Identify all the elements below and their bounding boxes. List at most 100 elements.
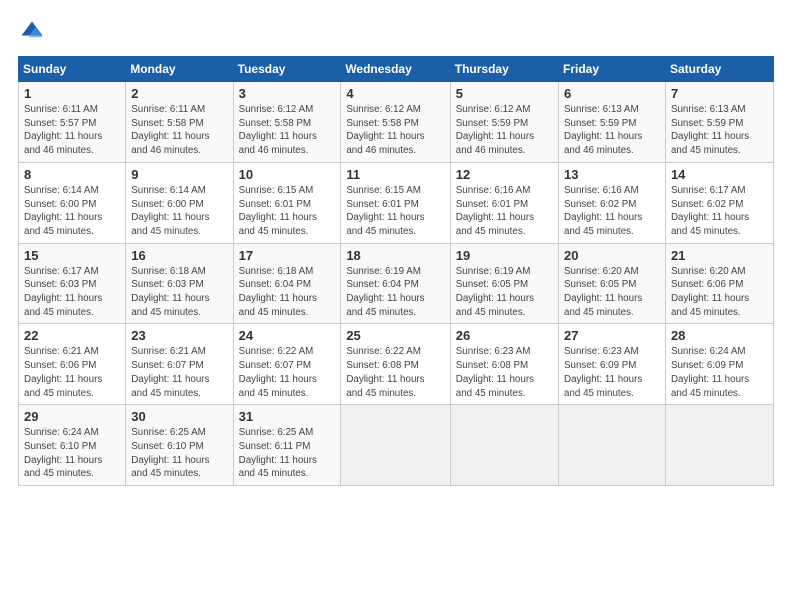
calendar-cell xyxy=(450,405,558,486)
day-info: Sunrise: 6:21 AMSunset: 6:06 PMDaylight:… xyxy=(24,345,120,400)
day-info: Sunrise: 6:15 AMSunset: 6:01 PMDaylight:… xyxy=(346,184,444,239)
day-info: Sunrise: 6:13 AMSunset: 5:59 PMDaylight:… xyxy=(671,103,768,158)
day-info: Sunrise: 6:23 AMSunset: 6:08 PMDaylight:… xyxy=(456,345,553,400)
day-info: Sunrise: 6:13 AMSunset: 5:59 PMDaylight:… xyxy=(564,103,660,158)
day-number: 23 xyxy=(131,328,227,343)
day-number: 21 xyxy=(671,248,768,263)
col-header-thursday: Thursday xyxy=(450,57,558,82)
col-header-wednesday: Wednesday xyxy=(341,57,450,82)
day-number: 15 xyxy=(24,248,120,263)
calendar: SundayMondayTuesdayWednesdayThursdayFrid… xyxy=(18,56,774,486)
day-number: 1 xyxy=(24,86,120,101)
calendar-cell: 21 Sunrise: 6:20 AMSunset: 6:06 PMDayligh… xyxy=(665,243,773,324)
page: SundayMondayTuesdayWednesdayThursdayFrid… xyxy=(0,0,792,612)
calendar-cell: 29Sunrise: 6:24 AMSunset: 6:10 PMDayligh… xyxy=(19,405,126,486)
calendar-cell: 4Sunrise: 6:12 AMSunset: 5:58 PMDaylight… xyxy=(341,82,450,163)
day-info: Sunrise: 6:24 AMSunset: 6:09 PMDaylight:… xyxy=(671,345,768,400)
logo xyxy=(18,18,50,46)
col-header-monday: Monday xyxy=(126,57,233,82)
day-info: Sunrise: 6:16 AMSunset: 6:02 PMDaylight:… xyxy=(564,184,660,239)
calendar-week-4: 22 Sunrise: 6:21 AMSunset: 6:06 PMDayligh… xyxy=(19,324,774,405)
day-number: 22 xyxy=(24,328,120,343)
day-info: Sunrise: 6:17 AMSunset: 6:03 PMDaylight:… xyxy=(24,265,120,320)
calendar-cell: 24Sunrise: 6:22 AMSunset: 6:07 PMDayligh… xyxy=(233,324,341,405)
day-info: Sunrise: 6:19 AMSunset: 6:04 PMDaylight:… xyxy=(346,265,444,320)
day-number: 28 xyxy=(671,328,768,343)
calendar-cell: 12 Sunrise: 6:16 AMSunset: 6:01 PMDayligh… xyxy=(450,162,558,243)
day-info: Sunrise: 6:19 AMSunset: 6:05 PMDaylight:… xyxy=(456,265,553,320)
day-number: 26 xyxy=(456,328,553,343)
day-info: Sunrise: 6:11 AMSunset: 5:57 PMDaylight:… xyxy=(24,103,120,158)
calendar-cell: 20 Sunrise: 6:20 AMSunset: 6:05 PMDayligh… xyxy=(559,243,666,324)
day-number: 16 xyxy=(131,248,227,263)
day-info: Sunrise: 6:22 AMSunset: 6:07 PMDaylight:… xyxy=(239,345,336,400)
day-number: 11 xyxy=(346,167,444,182)
day-info: Sunrise: 6:20 AMSunset: 6:06 PMDaylight:… xyxy=(671,265,768,320)
day-info: Sunrise: 6:12 AMSunset: 5:58 PMDaylight:… xyxy=(239,103,336,158)
day-number: 6 xyxy=(564,86,660,101)
day-number: 10 xyxy=(239,167,336,182)
day-info: Sunrise: 6:11 AMSunset: 5:58 PMDaylight:… xyxy=(131,103,227,158)
calendar-cell: 9 Sunrise: 6:14 AMSunset: 6:00 PMDaylight… xyxy=(126,162,233,243)
day-info: Sunrise: 6:14 AMSunset: 6:00 PMDaylight:… xyxy=(131,184,227,239)
day-number: 7 xyxy=(671,86,768,101)
calendar-cell: 2Sunrise: 6:11 AMSunset: 5:58 PMDaylight… xyxy=(126,82,233,163)
calendar-cell: 16 Sunrise: 6:18 AMSunset: 6:03 PMDayligh… xyxy=(126,243,233,324)
calendar-cell: 8Sunrise: 6:14 AMSunset: 6:00 PMDaylight… xyxy=(19,162,126,243)
calendar-week-1: 1 Sunrise: 6:11 AMSunset: 5:57 PMDaylight… xyxy=(19,82,774,163)
day-info: Sunrise: 6:16 AMSunset: 6:01 PMDaylight:… xyxy=(456,184,553,239)
calendar-cell: 3Sunrise: 6:12 AMSunset: 5:58 PMDaylight… xyxy=(233,82,341,163)
day-number: 17 xyxy=(239,248,336,263)
calendar-cell: 17 Sunrise: 6:18 AMSunset: 6:04 PMDayligh… xyxy=(233,243,341,324)
day-number: 30 xyxy=(131,409,227,424)
calendar-cell: 19 Sunrise: 6:19 AMSunset: 6:05 PMDayligh… xyxy=(450,243,558,324)
day-info: Sunrise: 6:25 AMSunset: 6:11 PMDaylight:… xyxy=(239,426,336,481)
col-header-tuesday: Tuesday xyxy=(233,57,341,82)
calendar-cell: 25Sunrise: 6:22 AMSunset: 6:08 PMDayligh… xyxy=(341,324,450,405)
day-number: 20 xyxy=(564,248,660,263)
calendar-cell xyxy=(665,405,773,486)
calendar-cell: 23 Sunrise: 6:21 AMSunset: 6:07 PMDayligh… xyxy=(126,324,233,405)
calendar-cell: 10Sunrise: 6:15 AMSunset: 6:01 PMDayligh… xyxy=(233,162,341,243)
header xyxy=(18,18,774,46)
day-info: Sunrise: 6:18 AMSunset: 6:03 PMDaylight:… xyxy=(131,265,227,320)
day-number: 5 xyxy=(456,86,553,101)
calendar-week-3: 15 Sunrise: 6:17 AMSunset: 6:03 PMDayligh… xyxy=(19,243,774,324)
day-info: Sunrise: 6:17 AMSunset: 6:02 PMDaylight:… xyxy=(671,184,768,239)
day-number: 18 xyxy=(346,248,444,263)
day-number: 29 xyxy=(24,409,120,424)
calendar-cell xyxy=(559,405,666,486)
calendar-week-2: 8Sunrise: 6:14 AMSunset: 6:00 PMDaylight… xyxy=(19,162,774,243)
day-number: 31 xyxy=(239,409,336,424)
calendar-cell: 31 Sunrise: 6:25 AMSunset: 6:11 PMDayligh… xyxy=(233,405,341,486)
calendar-cell: 7 Sunrise: 6:13 AMSunset: 5:59 PMDaylight… xyxy=(665,82,773,163)
day-info: Sunrise: 6:23 AMSunset: 6:09 PMDaylight:… xyxy=(564,345,660,400)
calendar-cell: 18 Sunrise: 6:19 AMSunset: 6:04 PMDayligh… xyxy=(341,243,450,324)
col-header-sunday: Sunday xyxy=(19,57,126,82)
day-info: Sunrise: 6:25 AMSunset: 6:10 PMDaylight:… xyxy=(131,426,227,481)
calendar-cell: 11 Sunrise: 6:15 AMSunset: 6:01 PMDayligh… xyxy=(341,162,450,243)
calendar-cell: 1 Sunrise: 6:11 AMSunset: 5:57 PMDaylight… xyxy=(19,82,126,163)
day-number: 13 xyxy=(564,167,660,182)
day-info: Sunrise: 6:14 AMSunset: 6:00 PMDaylight:… xyxy=(24,184,120,239)
calendar-header-row: SundayMondayTuesdayWednesdayThursdayFrid… xyxy=(19,57,774,82)
calendar-week-5: 29Sunrise: 6:24 AMSunset: 6:10 PMDayligh… xyxy=(19,405,774,486)
calendar-cell: 13 Sunrise: 6:16 AMSunset: 6:02 PMDayligh… xyxy=(559,162,666,243)
day-info: Sunrise: 6:21 AMSunset: 6:07 PMDaylight:… xyxy=(131,345,227,400)
col-header-friday: Friday xyxy=(559,57,666,82)
calendar-cell xyxy=(341,405,450,486)
day-number: 9 xyxy=(131,167,227,182)
day-info: Sunrise: 6:12 AMSunset: 5:59 PMDaylight:… xyxy=(456,103,553,158)
day-number: 25 xyxy=(346,328,444,343)
calendar-cell: 15 Sunrise: 6:17 AMSunset: 6:03 PMDayligh… xyxy=(19,243,126,324)
day-info: Sunrise: 6:18 AMSunset: 6:04 PMDaylight:… xyxy=(239,265,336,320)
calendar-cell: 5 Sunrise: 6:12 AMSunset: 5:59 PMDaylight… xyxy=(450,82,558,163)
calendar-cell: 22 Sunrise: 6:21 AMSunset: 6:06 PMDayligh… xyxy=(19,324,126,405)
day-number: 19 xyxy=(456,248,553,263)
day-number: 12 xyxy=(456,167,553,182)
calendar-cell: 14 Sunrise: 6:17 AMSunset: 6:02 PMDayligh… xyxy=(665,162,773,243)
calendar-cell: 30 Sunrise: 6:25 AMSunset: 6:10 PMDayligh… xyxy=(126,405,233,486)
day-info: Sunrise: 6:20 AMSunset: 6:05 PMDaylight:… xyxy=(564,265,660,320)
day-number: 14 xyxy=(671,167,768,182)
col-header-saturday: Saturday xyxy=(665,57,773,82)
